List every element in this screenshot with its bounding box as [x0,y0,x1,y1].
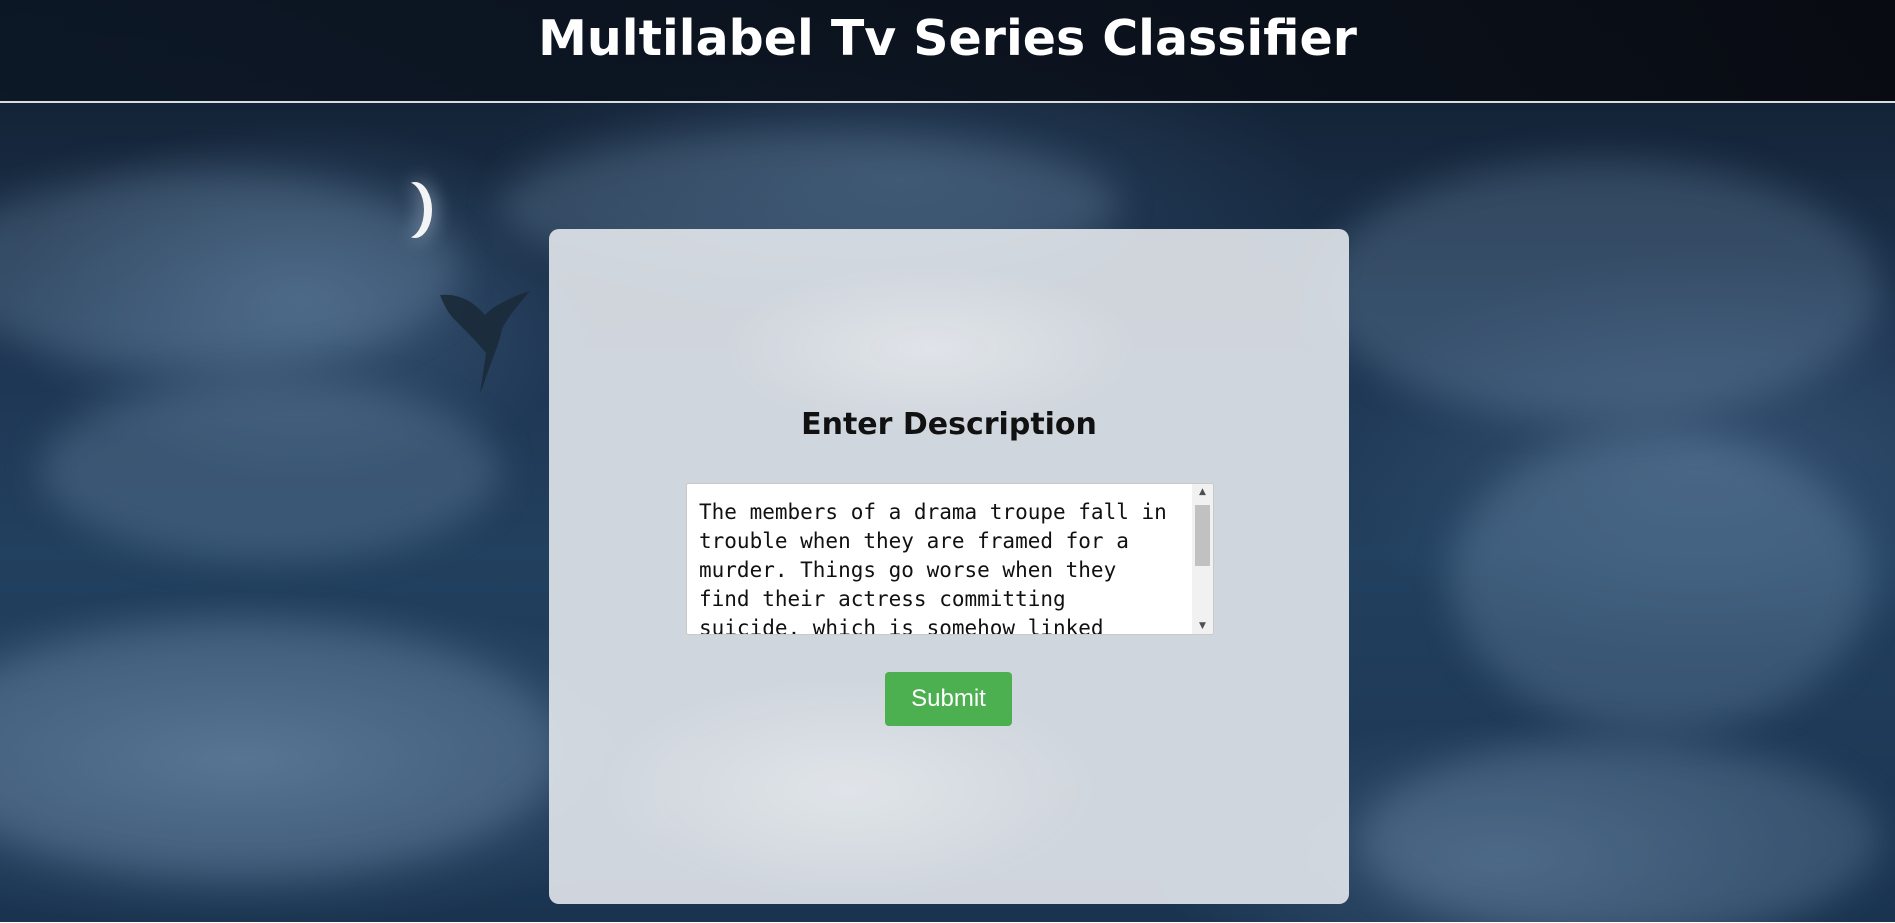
description-textarea[interactable] [687,484,1187,634]
submit-button[interactable]: Submit [885,672,1012,726]
textarea-scrollbar[interactable]: ▲ ▼ [1192,484,1213,634]
dragon-silhouette-icon [440,291,530,393]
cloud [1320,160,1880,420]
crescent-moon-icon [390,182,424,238]
cloud [0,620,560,880]
scroll-up-arrow-icon[interactable]: ▲ [1192,484,1213,500]
description-textarea-frame: ▲ ▼ [686,483,1214,635]
scroll-down-arrow-icon[interactable]: ▼ [1192,618,1213,634]
cloud [1450,430,1870,730]
page-title: Multilabel Tv Series Classifier [538,10,1357,67]
header-bar: Multilabel Tv Series Classifier [0,0,1895,103]
scrollbar-thumb[interactable] [1195,505,1210,566]
form-card: Enter Description ▲ ▼ Submit [549,229,1349,904]
cloud [1360,740,1880,922]
cloud [40,380,500,560]
form-heading: Enter Description [801,407,1097,442]
